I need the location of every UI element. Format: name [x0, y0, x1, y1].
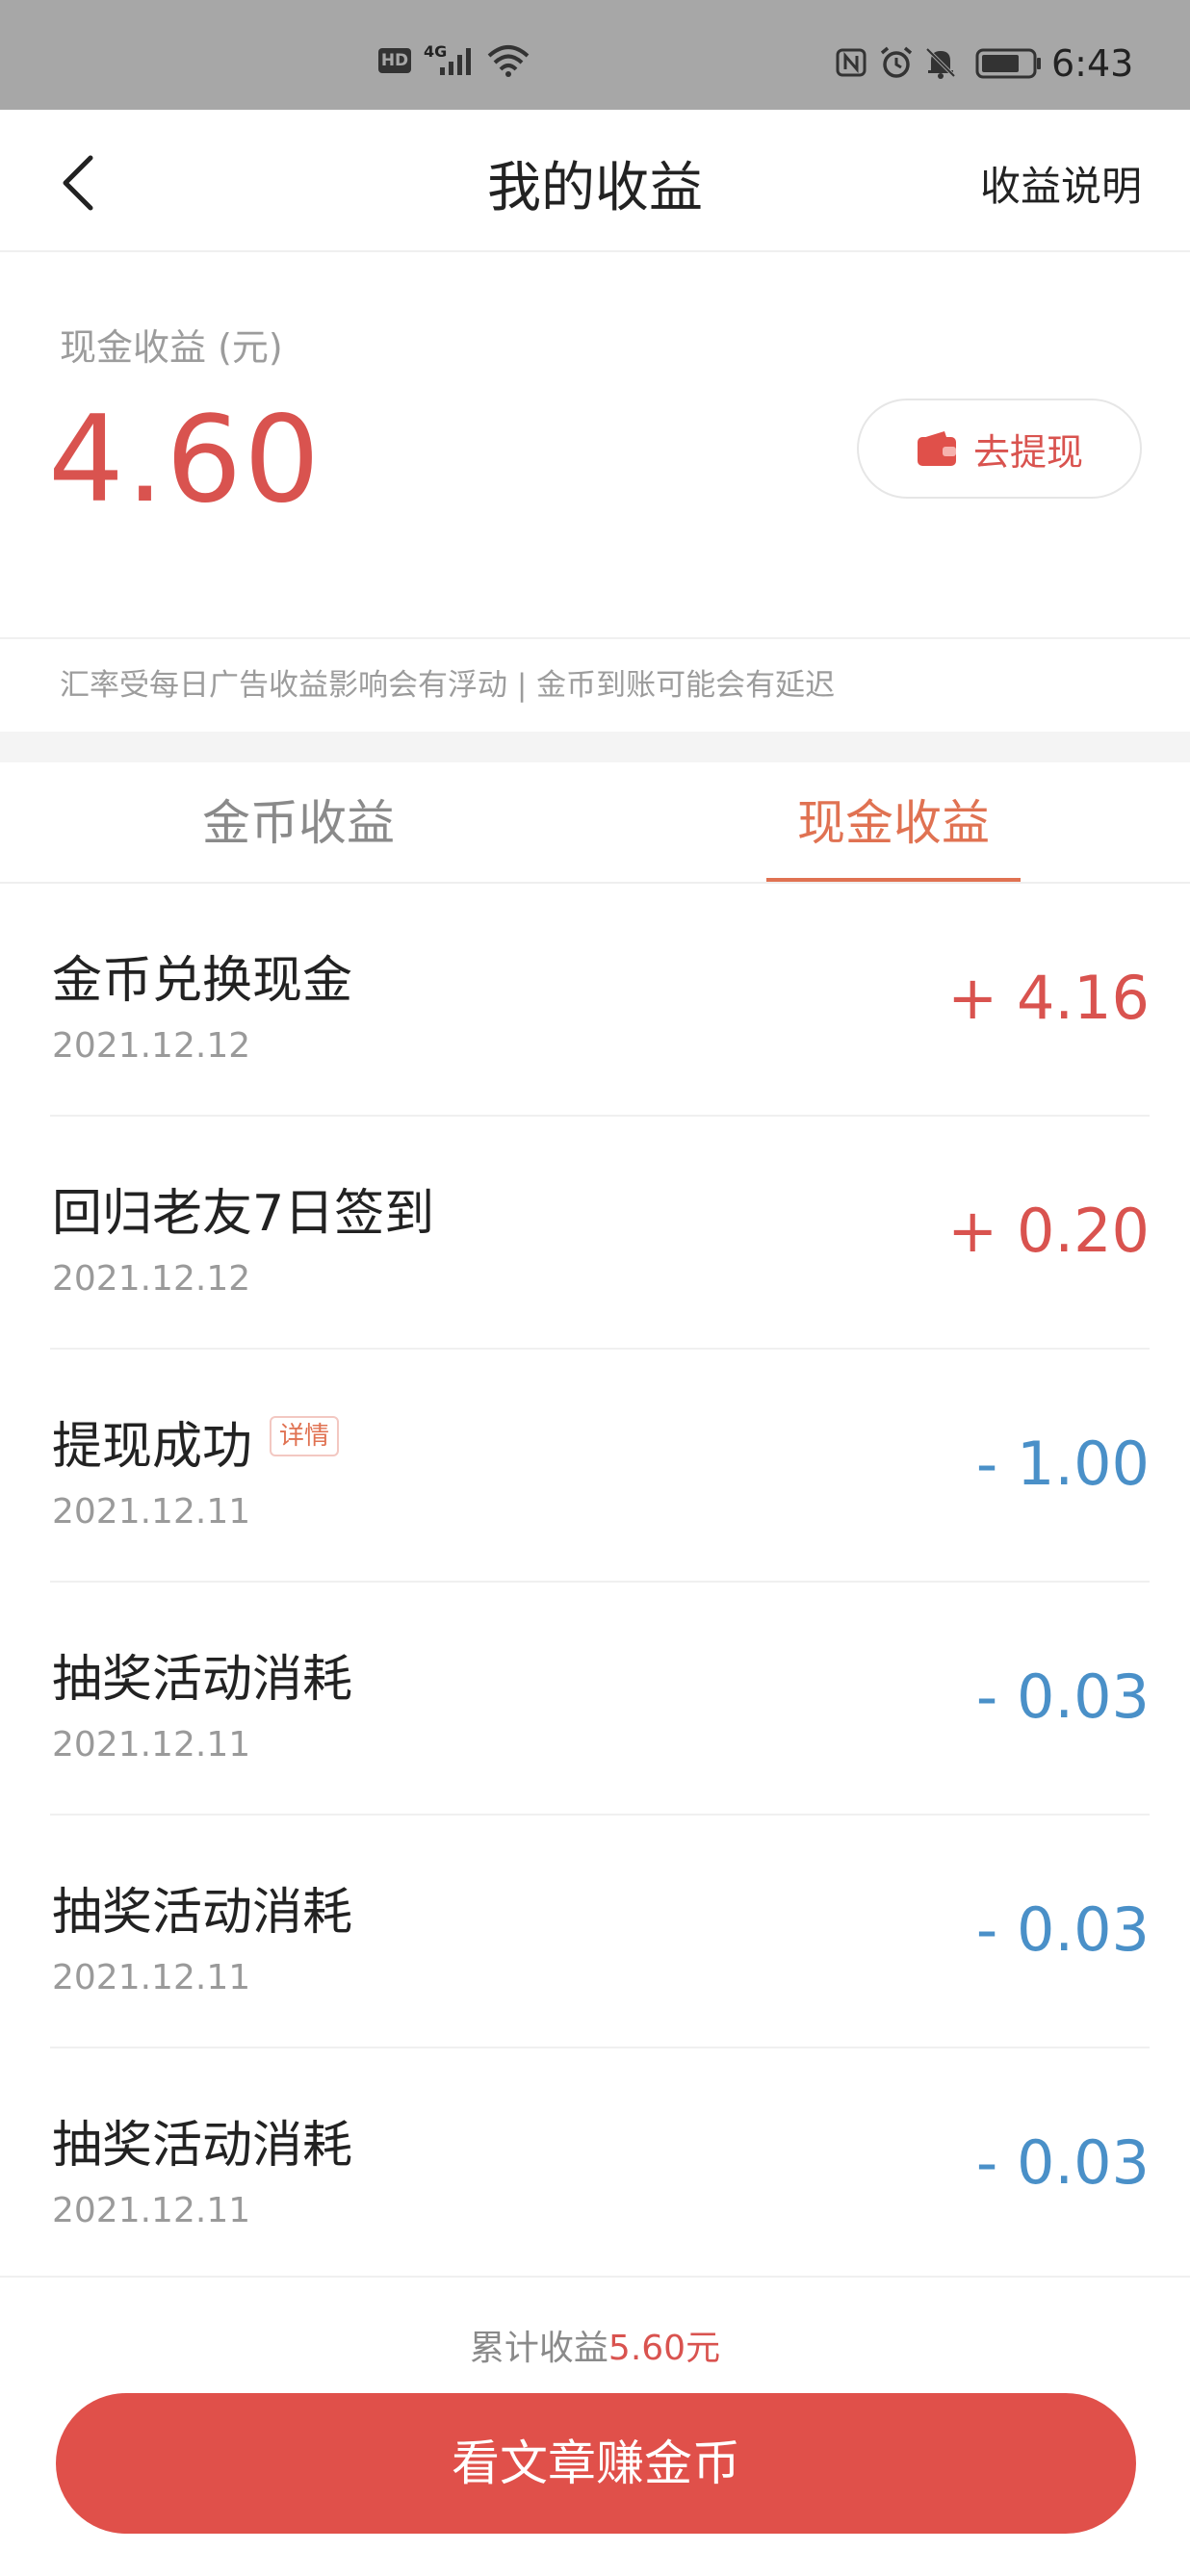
section-separator	[0, 732, 1190, 762]
total-earnings: 累计收益5.60元	[0, 2320, 1190, 2370]
record-title: 抽奖活动消耗	[52, 1884, 353, 1942]
record-amount: - 0.03	[975, 1662, 1150, 1732]
list-item: 金币兑换现金 2021.12.12 + 4.16	[50, 884, 1150, 1117]
record-amount: + 4.16	[947, 963, 1150, 1033]
record-title: 抽奖活动消耗	[52, 1651, 353, 1709]
wallet-icon	[917, 431, 956, 466]
record-date: 2021.12.11	[52, 1725, 251, 1765]
nfc-icon	[836, 48, 867, 77]
list-item: 抽奖活动消耗 2021.12.11 - 0.03	[50, 2048, 1150, 2281]
record-date: 2021.12.11	[52, 1958, 251, 1997]
details-badge[interactable]: 详情	[270, 1415, 340, 1456]
list-item: 抽奖活动消耗 2021.12.11 - 0.03	[50, 1583, 1150, 1816]
exchange-rate-notice: 汇率受每日广告收益影响会有浮动 | 金币到账可能会有延迟	[0, 639, 1190, 732]
record-date: 2021.12.11	[52, 1492, 251, 1532]
record-title: 提现成功 详情	[52, 1405, 340, 1478]
nav-bar: 我的收益 收益说明	[0, 110, 1190, 252]
record-date: 2021.12.12	[52, 1026, 251, 1066]
balance-amount: 4.60	[48, 391, 323, 529]
record-amount: + 0.20	[947, 1196, 1150, 1266]
earnings-tabs: 金币收益 现金收益	[0, 762, 1190, 884]
list-item: 抽奖活动消耗 2021.12.11 - 0.03	[50, 1816, 1150, 2048]
total-label: 累计收益	[469, 2329, 608, 2368]
earnings-info-link[interactable]: 收益说明	[980, 154, 1142, 213]
record-date: 2021.12.12	[52, 1259, 251, 1299]
total-value: 5.60元	[608, 2329, 721, 2368]
balance-card: 现金收益 (元) 4.60 去提现	[0, 252, 1190, 639]
withdraw-button[interactable]: 去提现	[857, 399, 1142, 499]
list-item: 提现成功 详情 2021.12.11 - 1.00	[50, 1350, 1150, 1583]
record-amount: - 1.00	[975, 1429, 1150, 1499]
bell-muted-icon	[925, 47, 956, 79]
record-amount: - 0.03	[975, 2127, 1150, 2198]
list-item: 回归老友7日签到 2021.12.12 + 0.20	[50, 1117, 1150, 1350]
battery-icon	[975, 48, 1041, 79]
hd-badge: HD	[378, 48, 411, 73]
read-articles-button[interactable]: 看文章赚金币	[56, 2393, 1136, 2534]
tab-coin-earnings[interactable]: 金币收益	[96, 762, 501, 882]
tab-cash-earnings[interactable]: 现金收益	[691, 762, 1096, 882]
status-bar: HD 4G 6:43	[0, 0, 1190, 110]
bottom-bar: 累计收益5.60元 看文章赚金币	[0, 2276, 1190, 2576]
record-date: 2021.12.11	[52, 2191, 251, 2230]
active-tab-indicator	[766, 878, 1021, 882]
alarm-icon	[880, 46, 913, 78]
chevron-left-icon[interactable]	[54, 152, 102, 214]
balance-label: 现金收益 (元)	[60, 326, 283, 369]
earnings-list: 金币兑换现金 2021.12.12 + 4.16 回归老友7日签到 2021.1…	[0, 884, 1190, 2281]
record-title: 回归老友7日签到	[52, 1185, 435, 1243]
record-title: 金币兑换现金	[52, 952, 353, 1010]
page: HD 4G 6:43 我的收益 收益说明 现金收益 (元) 4.60 去提现 汇…	[0, 0, 1190, 2576]
record-title: 抽奖活动消耗	[52, 2117, 353, 2175]
clock: 6:43	[1051, 42, 1134, 85]
withdraw-label: 去提现	[972, 430, 1083, 474]
record-amount: - 0.03	[975, 1894, 1150, 1965]
wifi-icon	[487, 45, 530, 77]
signal-icon	[440, 48, 471, 75]
